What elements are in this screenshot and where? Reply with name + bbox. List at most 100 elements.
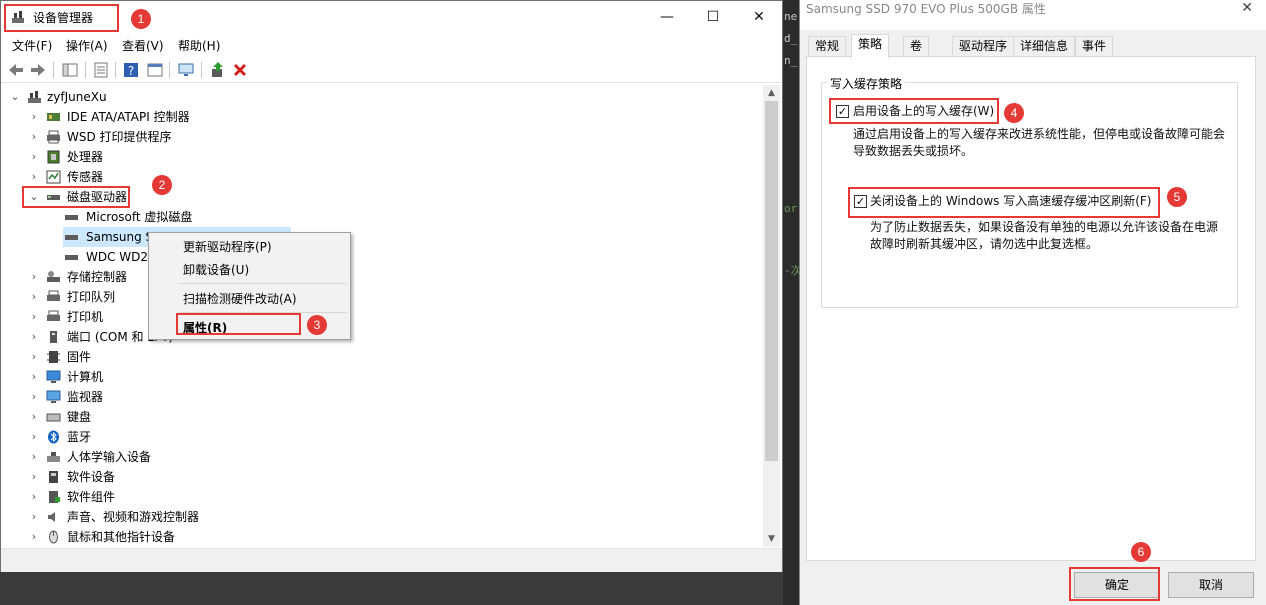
close-button[interactable]: ✕	[736, 5, 782, 29]
annotation-badge-4: 4	[1004, 103, 1024, 123]
uninstall-x-icon[interactable]	[231, 61, 249, 79]
tree-category[interactable]: › 计算机	[28, 367, 328, 387]
disk-drive-icon	[65, 235, 78, 240]
annotation-box-3	[176, 313, 301, 335]
background-taskbar-area	[0, 572, 783, 605]
action-pane-icon[interactable]	[146, 61, 164, 79]
menu-bar: 文件(F) 操作(A) 查看(V) 帮助(H)	[1, 34, 782, 56]
menu-item-update-driver[interactable]: 更新驱动程序(P)	[183, 238, 272, 255]
tab-driver[interactable]: 驱动程序	[952, 36, 1015, 57]
expand-chevron-icon[interactable]: ›	[28, 487, 40, 507]
tree-category[interactable]: › 蓝牙	[28, 427, 328, 447]
collapse-chevron-icon[interactable]: ⌄	[9, 87, 21, 107]
expand-chevron-icon[interactable]: ›	[28, 267, 40, 287]
expand-chevron-icon[interactable]: ›	[28, 167, 40, 187]
menu-help[interactable]: 帮助(H)	[178, 37, 220, 54]
tree-category[interactable]: › 传感器	[28, 167, 328, 187]
expand-chevron-icon[interactable]: ›	[28, 527, 40, 547]
minimize-button[interactable]: —	[644, 5, 690, 29]
menu-file[interactable]: 文件(F)	[12, 37, 52, 54]
computer-icon	[46, 370, 61, 383]
tree-category[interactable]: › 声音、视频和游戏控制器	[28, 507, 328, 527]
tree-category[interactable]: › 处理器	[28, 147, 328, 167]
vertical-scrollbar[interactable]: ▲ ▼	[763, 85, 780, 547]
expand-chevron-icon[interactable]: ›	[28, 127, 40, 147]
menu-view[interactable]: 查看(V)	[122, 37, 164, 54]
tab-volumes[interactable]: 卷	[903, 36, 930, 57]
expand-chevron-icon[interactable]: ›	[28, 107, 40, 127]
tree-category[interactable]: › 人体学输入设备	[28, 447, 328, 467]
disable-flush-description-2: 故障时刷新其缓冲区，请勿选中此复选框。	[870, 237, 1099, 251]
tree-category[interactable]: › WSD 打印提供程序	[28, 127, 328, 147]
menu-action[interactable]: 操作(A)	[66, 37, 108, 54]
maximize-button[interactable]: ☐	[690, 5, 736, 29]
toolbar-separator	[115, 62, 116, 78]
printer-icon	[47, 310, 60, 321]
tree-category[interactable]: › 监视器	[28, 387, 328, 407]
monitor-scan-icon[interactable]	[177, 61, 195, 79]
enable-write-cache-description-1: 通过启用设备上的写入缓存来改进系统性能，但停电或设备故障可能会	[853, 127, 1226, 141]
tree-category-label: 鼠标和其他指针设备	[67, 530, 176, 544]
tab-details[interactable]: 详细信息	[1013, 36, 1076, 57]
tree-category[interactable]: › 鼠标和其他指针设备	[28, 527, 328, 547]
port-icon	[50, 331, 57, 343]
tree-category-label: WSD 打印提供程序	[67, 130, 172, 144]
expand-chevron-icon[interactable]: ›	[28, 447, 40, 467]
scroll-down-arrow-icon[interactable]: ▼	[763, 531, 780, 547]
tree-category-label: 处理器	[67, 150, 104, 164]
mouse-icon	[49, 530, 58, 544]
tree-category[interactable]: › 固件	[28, 347, 328, 367]
tab-events[interactable]: 事件	[1075, 36, 1114, 57]
disable-flush-description-1: 为了防止数据丢失，如果设备没有单独的电源以允许该设备在电源	[870, 220, 1219, 234]
tab-general[interactable]: 常规	[808, 36, 847, 57]
background-code-editor: ne d_ n_ or -次	[783, 0, 799, 605]
menu-item-uninstall-device[interactable]: 卸载设备(U)	[183, 261, 249, 278]
scroll-thumb[interactable]	[765, 101, 778, 461]
toolbar-separator	[53, 62, 54, 78]
toolbar-separator	[169, 62, 170, 78]
groupbox-title: 写入缓存策略	[827, 75, 906, 92]
tree-category-label: 监视器	[67, 390, 104, 404]
tree-category-label: 存储控制器	[67, 270, 128, 284]
annotation-box-1	[4, 4, 119, 32]
tree-device[interactable]: Microsoft 虚拟磁盘	[64, 207, 294, 227]
properties-icon[interactable]	[92, 61, 110, 79]
firmware-icon	[47, 351, 60, 363]
expand-chevron-icon[interactable]: ›	[28, 347, 40, 367]
expand-chevron-icon[interactable]: ›	[28, 367, 40, 387]
expand-chevron-icon[interactable]: ›	[28, 467, 40, 487]
tree-root-label: zyfJuneXu	[47, 90, 107, 104]
tab-policies[interactable]: 策略	[851, 34, 890, 58]
expand-chevron-icon[interactable]: ›	[28, 407, 40, 427]
scroll-up-arrow-icon[interactable]: ▲	[763, 85, 780, 101]
expand-chevron-icon[interactable]: ›	[28, 327, 40, 347]
dialog-close-icon[interactable]: ✕	[1241, 0, 1253, 16]
menu-item-scan-hardware[interactable]: 扫描检测硬件改动(A)	[183, 290, 297, 307]
back-arrow-icon[interactable]	[7, 61, 25, 79]
menu-separator	[179, 283, 347, 284]
tree-category[interactable]: › IDE ATA/ATAPI 控制器	[28, 107, 328, 127]
expand-chevron-icon[interactable]: ›	[28, 287, 40, 307]
tree-category[interactable]: › 键盘	[28, 407, 328, 427]
expand-chevron-icon[interactable]: ›	[28, 307, 40, 327]
disk-drive-icon	[65, 215, 78, 220]
audio-speaker-icon	[48, 512, 55, 522]
annotation-box-6	[1069, 567, 1160, 601]
expand-chevron-icon[interactable]: ›	[28, 507, 40, 527]
show-hide-tree-icon[interactable]	[61, 61, 79, 79]
tree-root[interactable]: ⌄ zyfJuneXu	[9, 87, 209, 107]
cancel-button[interactable]: 取消	[1168, 572, 1254, 598]
expand-chevron-icon[interactable]: ›	[28, 387, 40, 407]
tree-category-label: 打印队列	[67, 290, 116, 304]
tree-category[interactable]: › 软件设备	[28, 467, 328, 487]
tree-category[interactable]: › 软件组件	[28, 487, 328, 507]
tree-category-label: 打印机	[67, 310, 104, 324]
update-driver-icon[interactable]	[209, 61, 227, 79]
forward-arrow-icon[interactable]	[29, 61, 47, 79]
enable-write-cache-description-2: 导致数据丢失或损坏。	[853, 144, 974, 158]
expand-chevron-icon[interactable]: ›	[28, 147, 40, 167]
help-icon[interactable]: ?	[122, 61, 140, 79]
tree-category-label: 蓝牙	[67, 430, 92, 444]
software-component-icon	[49, 491, 60, 503]
expand-chevron-icon[interactable]: ›	[28, 427, 40, 447]
